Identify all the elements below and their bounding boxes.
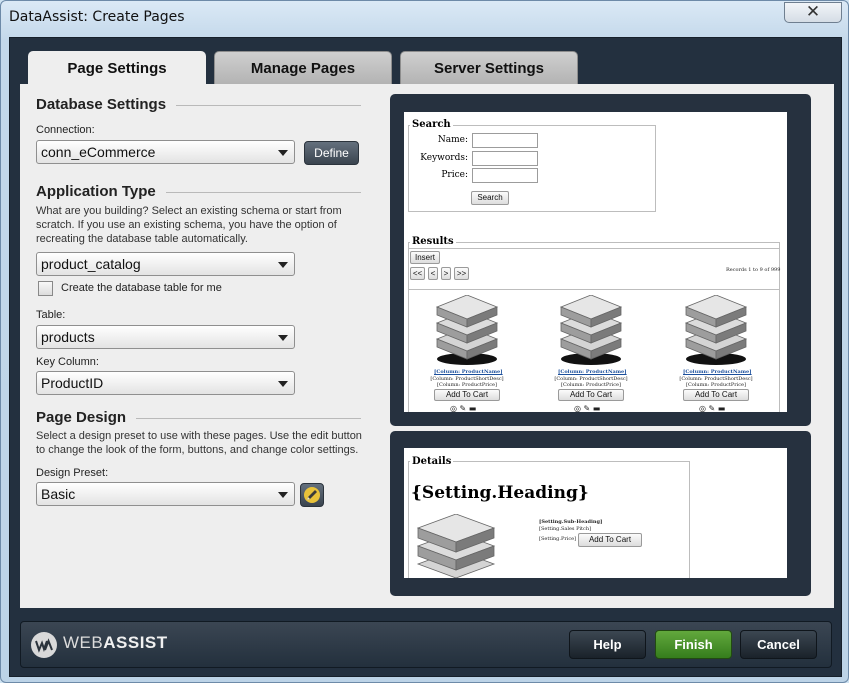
design-preset-value: Basic xyxy=(41,486,76,502)
application-type-heading: Application Type xyxy=(36,183,166,200)
search-results-preview: Search Name: Keywords: Price: Search Res… xyxy=(390,94,811,426)
webassist-logo-icon xyxy=(31,632,57,658)
help-button[interactable]: Help xyxy=(569,630,646,659)
footer-bar: WEBASSIST Help Finish Cancel xyxy=(20,621,832,668)
insert-button: Insert xyxy=(410,251,440,264)
edit-design-button[interactable] xyxy=(300,483,324,507)
product-price: [Column: ProductPrice] xyxy=(437,382,497,388)
details-sub-heading: [Setting.Sub-Heading] xyxy=(539,519,603,525)
chevron-down-icon xyxy=(278,381,288,387)
pager-next: > xyxy=(441,267,451,280)
chevron-down-icon xyxy=(278,262,288,268)
connection-select[interactable]: conn_eCommerce xyxy=(36,140,295,164)
page-settings-panel: Database Settings Connection: conn_eComm… xyxy=(20,84,834,608)
product-name: [Column: ProductName] xyxy=(558,369,627,375)
add-to-cart-button: Add To Cart xyxy=(558,389,624,401)
connection-value: conn_eCommerce xyxy=(41,144,156,160)
tab-manage-pages[interactable]: Manage Pages xyxy=(214,51,392,84)
schema-select[interactable]: product_catalog xyxy=(36,252,295,276)
application-type-description-2: scratch. If you use an existing schema, … xyxy=(36,219,337,231)
table-label: Table: xyxy=(36,309,66,321)
pencil-icon xyxy=(304,487,320,503)
create-table-label: Create the database table for me xyxy=(61,282,222,294)
preview-page: Details {Setting.Heading} [Setting.Sub-H… xyxy=(404,448,787,578)
details-legend: Details xyxy=(410,456,454,467)
key-column-label: Key Column: xyxy=(36,356,99,368)
brand-light: WEB xyxy=(63,633,104,652)
pager-prev: < xyxy=(428,267,438,280)
product-image xyxy=(414,513,498,578)
cancel-button[interactable]: Cancel xyxy=(740,630,817,659)
results-legend: Results xyxy=(410,236,456,247)
keywords-input xyxy=(472,151,538,166)
pager-last: >> xyxy=(454,267,469,280)
page-design-description-2: to change the look of the form, buttons,… xyxy=(36,444,359,456)
design-preset-label: Design Preset: xyxy=(36,467,109,479)
item-actions-icons: ◎ ✎ ▬ xyxy=(699,404,726,412)
item-actions-icons: ◎ ✎ ▬ xyxy=(450,404,477,412)
name-input xyxy=(472,133,538,148)
create-table-checkbox[interactable] xyxy=(38,281,53,296)
search-button: Search xyxy=(471,191,509,205)
product-name: [Column: ProductName] xyxy=(683,369,752,375)
connection-label: Connection: xyxy=(36,124,95,136)
tab-page-settings[interactable]: Page Settings xyxy=(28,51,206,85)
price-input xyxy=(472,168,538,183)
finish-button[interactable]: Finish xyxy=(655,630,732,659)
product-price: [Column: ProductPrice] xyxy=(561,382,621,388)
key-column-value: ProductID xyxy=(41,375,104,391)
product-image xyxy=(556,294,626,367)
table-value: products xyxy=(41,329,95,345)
product-price: [Column: ProductPrice] xyxy=(686,382,746,388)
keywords-label: Keywords: xyxy=(420,153,468,163)
database-settings-heading: Database Settings xyxy=(36,96,177,113)
product-name: [Column: ProductName] xyxy=(434,369,503,375)
key-column-select[interactable]: ProductID xyxy=(36,371,295,395)
application-type-description-1: What are you building? Select an existin… xyxy=(36,205,342,217)
table-select[interactable]: products xyxy=(36,325,295,349)
product-image xyxy=(681,294,751,367)
webassist-logo: WEBASSIST xyxy=(63,633,168,653)
product-image xyxy=(432,294,502,367)
add-to-cart-button: Add To Cart xyxy=(578,533,642,547)
price-label: Price: xyxy=(441,170,468,180)
schema-value: product_catalog xyxy=(41,256,141,272)
chevron-down-icon xyxy=(278,150,288,156)
close-button[interactable]: ✕ xyxy=(784,2,842,23)
details-price: [Setting.Price] xyxy=(539,536,577,542)
add-to-cart-button: Add To Cart xyxy=(683,389,749,401)
item-actions-icons: ◎ ✎ ▬ xyxy=(574,404,601,412)
define-button[interactable]: Define xyxy=(304,141,359,165)
pager-first: << xyxy=(410,267,425,280)
tab-server-settings[interactable]: Server Settings xyxy=(400,51,578,84)
search-legend: Search xyxy=(410,119,453,130)
page-design-heading: Page Design xyxy=(36,409,137,426)
details-sales-pitch: [Setting.Sales Pitch] xyxy=(539,526,592,532)
preview-page: Search Name: Keywords: Price: Search Res… xyxy=(404,112,787,412)
close-icon: ✕ xyxy=(805,2,821,22)
chevron-down-icon xyxy=(278,492,288,498)
name-label: Name: xyxy=(437,135,468,145)
details-heading: {Setting.Heading} xyxy=(411,483,589,503)
application-type-description-3: recreating the database table automatica… xyxy=(36,233,248,245)
brand-bold: ASSIST xyxy=(103,633,168,652)
dialog-window: DataAssist: Create Pages ✕ Page Settings… xyxy=(0,0,849,683)
add-to-cart-button: Add To Cart xyxy=(434,389,500,401)
records-count: Records 1 to 9 of 999 xyxy=(726,267,781,273)
design-preset-select[interactable]: Basic xyxy=(36,482,295,506)
main-frame: Page Settings Manage Pages Server Settin… xyxy=(9,37,842,677)
window-title: DataAssist: Create Pages xyxy=(9,9,185,25)
page-design-description-1: Select a design preset to use with these… xyxy=(36,430,362,442)
chevron-down-icon xyxy=(278,335,288,341)
details-preview: Details {Setting.Heading} [Setting.Sub-H… xyxy=(390,431,811,596)
title-bar: DataAssist: Create Pages ✕ xyxy=(1,1,848,35)
